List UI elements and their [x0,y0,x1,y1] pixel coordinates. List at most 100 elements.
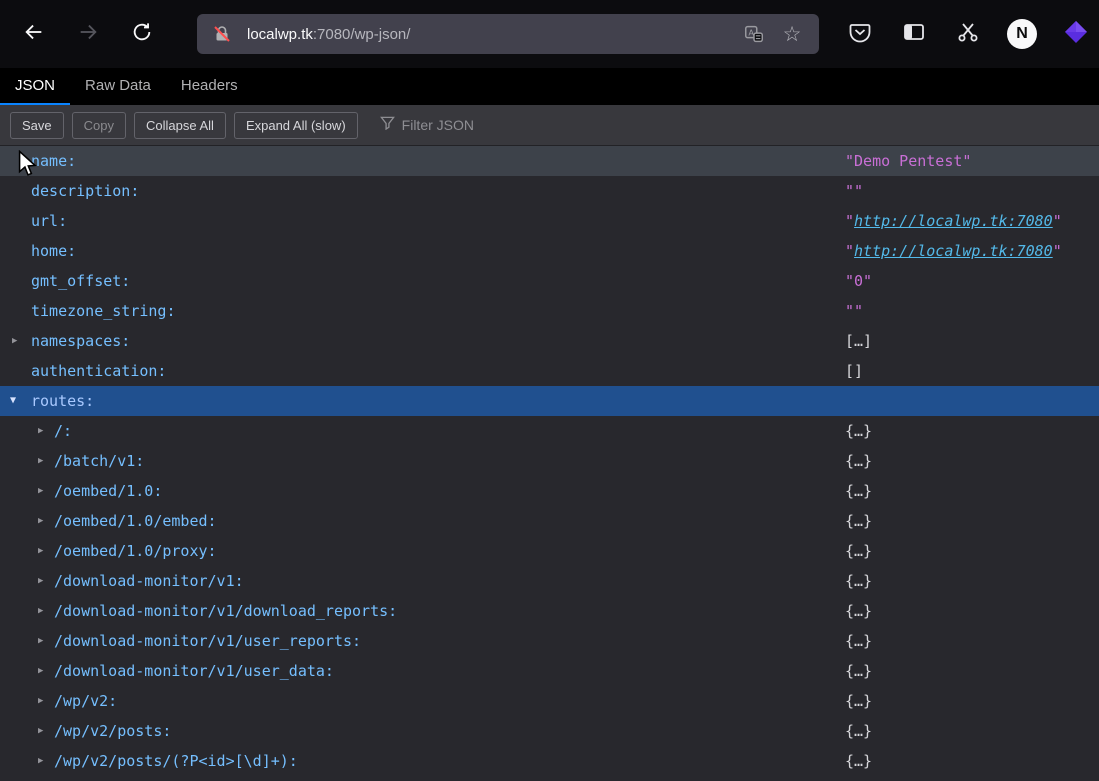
json-value: {…} [845,656,872,686]
json-row-name[interactable]: name: "Demo Pentest" [0,146,1099,176]
json-value: {…} [845,596,872,626]
extension-diamond-button[interactable] [1058,16,1094,52]
json-key: /wp/v2: [0,686,117,716]
json-toolbar: Save Copy Collapse All Expand All (slow) [0,105,1099,146]
collapsed-arrow-icon[interactable] [38,626,43,656]
forward-button[interactable] [70,16,106,52]
copy-button[interactable]: Copy [72,112,126,139]
pocket-icon [848,20,872,49]
json-value: "Demo Pentest" [845,146,971,176]
collapsed-arrow-icon[interactable] [38,566,43,596]
json-row-route[interactable]: /: {…} [0,416,1099,446]
json-row-route[interactable]: /oembed/1.0: {…} [0,476,1099,506]
json-link[interactable]: http://localwp.tk:7080 [854,242,1053,260]
funnel-icon [380,115,395,135]
collapsed-arrow-icon[interactable] [38,746,43,776]
json-row-route[interactable]: /download-monitor/v1: {…} [0,566,1099,596]
toolbar-right-icons: N [842,16,1094,52]
back-button[interactable] [16,16,52,52]
json-row-route[interactable]: /oembed/1.0/embed: {…} [0,506,1099,536]
browser-toolbar: localwp.tk:7080/wp-json/ A ☆ [0,0,1099,68]
json-row-url[interactable]: url: "http://localwp.tk:7080" [0,206,1099,236]
collapsed-arrow-icon[interactable] [38,716,43,746]
reload-button[interactable] [124,16,160,52]
address-bar[interactable]: localwp.tk:7080/wp-json/ A ☆ [197,14,819,54]
quote: " [845,242,854,260]
json-row-route[interactable]: /download-monitor/v1/user_reports: {…} [0,626,1099,656]
json-key: /download-monitor/v1/user_data: [0,656,334,686]
json-value: "" [845,176,863,206]
json-key: /oembed/1.0/embed: [0,506,217,536]
collapsed-arrow-icon[interactable] [38,446,43,476]
json-row-routes[interactable]: routes: [0,386,1099,416]
json-key: timezone_string: [0,296,176,326]
json-value: "http://localwp.tk:7080" [845,236,1062,266]
account-avatar: N [1007,19,1037,49]
json-key: /: [0,416,72,446]
json-row-route[interactable]: /wp/v2/posts/(?P<id>[\d]+): {…} [0,746,1099,776]
tab-raw-data[interactable]: Raw Data [70,68,166,105]
collapsed-arrow-icon[interactable] [38,656,43,686]
json-row-authentication[interactable]: authentication: [] [0,356,1099,386]
json-row-namespaces[interactable]: namespaces: […] [0,326,1099,356]
json-key: /batch/v1: [0,446,144,476]
translate-icon[interactable]: A [741,21,767,47]
json-row-route[interactable]: /oembed/1.0/proxy: {…} [0,536,1099,566]
filter-json-box [380,115,542,135]
forward-icon [77,21,99,48]
tab-json[interactable]: JSON [0,68,70,105]
expanded-arrow-icon[interactable] [10,386,16,416]
bookmark-star-icon[interactable]: ☆ [779,21,805,47]
json-row-route[interactable]: /wp/v2/posts: {…} [0,716,1099,746]
url-path: :7080/wp-json/ [313,26,411,43]
url-text: localwp.tk:7080/wp-json/ [247,26,729,43]
json-row-home[interactable]: home: "http://localwp.tk:7080" [0,236,1099,266]
json-key: url: [0,206,67,236]
collapsed-arrow-icon[interactable] [38,536,43,566]
json-row-route[interactable]: /wp/v2: {…} [0,686,1099,716]
json-row-timezone-string[interactable]: timezone_string: "" [0,296,1099,326]
extension-button[interactable] [950,16,986,52]
collapse-all-button[interactable]: Collapse All [134,112,226,139]
back-icon [23,21,45,48]
json-key: /wp/v2/posts: [0,716,171,746]
json-value: {…} [845,506,872,536]
json-link[interactable]: http://localwp.tk:7080 [854,212,1053,230]
json-row-route[interactable]: /download-monitor/v1/user_data: {…} [0,656,1099,686]
insecure-lock-icon[interactable] [209,21,235,47]
collapsed-arrow-icon[interactable] [12,326,17,356]
collapsed-arrow-icon[interactable] [38,596,43,626]
filter-input[interactable] [402,117,542,133]
reload-icon [131,21,153,48]
collapsed-arrow-icon[interactable] [38,476,43,506]
json-value: {…} [845,536,872,566]
json-value: {…} [845,686,872,716]
json-key: /download-monitor/v1/download_reports: [0,596,397,626]
json-row-gmt-offset[interactable]: gmt_offset: "0" [0,266,1099,296]
sidebar-button[interactable] [896,16,932,52]
json-key: namespaces: [0,326,130,356]
collapsed-arrow-icon[interactable] [38,506,43,536]
extension-diamond-icon [1063,19,1089,50]
quote: " [1053,242,1062,260]
extension-scissors-icon [956,20,980,49]
json-value: {…} [845,476,872,506]
tab-headers[interactable]: Headers [166,68,253,105]
json-key: gmt_offset: [0,266,130,296]
json-value: "0" [845,266,872,296]
json-key: /oembed/1.0: [0,476,162,506]
account-button[interactable]: N [1004,16,1040,52]
json-value: "" [845,296,863,326]
collapsed-arrow-icon[interactable] [38,416,43,446]
json-row-route[interactable]: /batch/v1: {…} [0,446,1099,476]
collapsed-arrow-icon[interactable] [38,686,43,716]
expand-all-button[interactable]: Expand All (slow) [234,112,358,139]
json-key: /download-monitor/v1: [0,566,244,596]
json-value: {…} [845,566,872,596]
save-button[interactable]: Save [10,112,64,139]
json-key: home: [0,236,76,266]
json-row-route[interactable]: /download-monitor/v1/download_reports: {… [0,596,1099,626]
json-row-description[interactable]: description: "" [0,176,1099,206]
pocket-button[interactable] [842,16,878,52]
json-value: [] [845,356,863,386]
